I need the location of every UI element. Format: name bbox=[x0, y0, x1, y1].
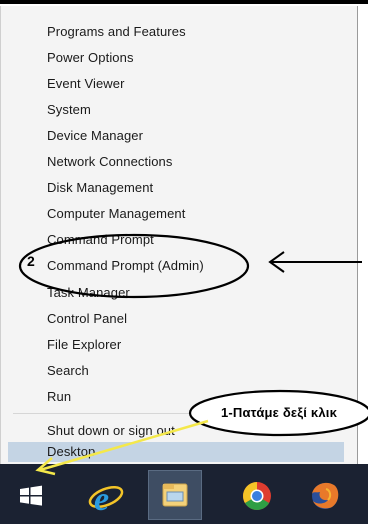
menu-item-control-panel[interactable]: Control Panel bbox=[47, 308, 127, 330]
windows-start-icon[interactable] bbox=[8, 472, 54, 518]
menu-item-computer-management[interactable]: Computer Management bbox=[47, 203, 185, 225]
menu-item-device-manager[interactable]: Device Manager bbox=[47, 125, 143, 147]
menu-item-run[interactable]: Run bbox=[47, 386, 71, 408]
menu-item-task-manager[interactable]: Task Manager bbox=[47, 282, 130, 304]
screen: Programs and Features Power Options Even… bbox=[0, 0, 368, 524]
step-2-label: 2 bbox=[27, 253, 35, 269]
top-border bbox=[0, 0, 368, 4]
menu-item-search[interactable]: Search bbox=[47, 360, 89, 382]
chrome-icon[interactable] bbox=[234, 472, 280, 518]
menu-item-file-explorer[interactable]: File Explorer bbox=[47, 334, 121, 356]
menu-item-event-viewer[interactable]: Event Viewer bbox=[47, 73, 125, 95]
menu-item-power-options[interactable]: Power Options bbox=[47, 47, 134, 69]
menu-item-shut-down-or-sign-out[interactable]: Shut down or sign out bbox=[47, 420, 175, 442]
svg-text:e: e bbox=[94, 481, 109, 518]
internet-explorer-icon[interactable]: e bbox=[84, 472, 130, 518]
menu-item-disk-management[interactable]: Disk Management bbox=[47, 177, 153, 199]
menu-item-command-prompt[interactable]: Command Prompt bbox=[47, 229, 154, 251]
menu-item-command-prompt-admin[interactable]: Command Prompt (Admin) bbox=[47, 255, 204, 277]
menu-item-desktop[interactable]: Desktop bbox=[8, 442, 344, 462]
firefox-icon[interactable] bbox=[302, 472, 348, 518]
menu-item-system[interactable]: System bbox=[47, 99, 91, 121]
step-1-callout-text: 1-Πατάμε δεξί κλικ bbox=[220, 405, 338, 420]
file-explorer-icon[interactable] bbox=[148, 470, 202, 520]
menu-item-programs-and-features[interactable]: Programs and Features bbox=[47, 21, 186, 43]
menu-item-network-connections[interactable]: Network Connections bbox=[47, 151, 172, 173]
